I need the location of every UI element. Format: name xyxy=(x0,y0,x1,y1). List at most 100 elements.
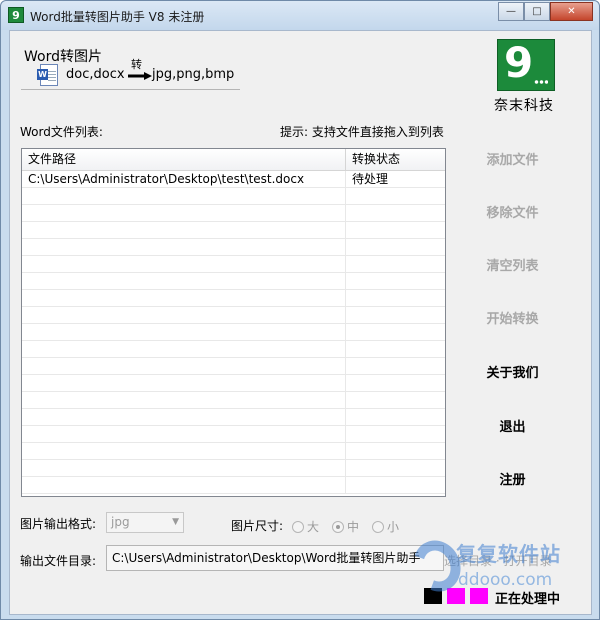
status-cell xyxy=(346,426,445,443)
table-row xyxy=(22,273,445,290)
about-button[interactable]: 关于我们 xyxy=(465,362,560,381)
output-format-select: jpg ▼ xyxy=(106,512,184,533)
status-cell xyxy=(346,477,445,494)
size-option-label: 中 xyxy=(347,520,360,534)
output-format-value: jpg xyxy=(111,515,130,529)
file-path-cell xyxy=(22,273,346,290)
window-controls: — □ ✕ xyxy=(498,2,593,21)
file-path-cell: C:\Users\Administrator\Desktop\test\test… xyxy=(22,171,346,188)
file-path-cell xyxy=(22,307,346,324)
output-dir-field[interactable]: C:\Users\Administrator\Desktop\Word批量转图片… xyxy=(106,545,444,571)
file-path-cell xyxy=(22,375,346,392)
table-row xyxy=(22,358,445,375)
status-cell xyxy=(346,239,445,256)
table-row xyxy=(22,324,445,341)
status-cell xyxy=(346,460,445,477)
file-path-cell xyxy=(22,290,346,307)
file-path-cell xyxy=(22,477,346,494)
status-indicator-square xyxy=(424,588,442,604)
file-path-cell xyxy=(22,460,346,477)
file-path-cell xyxy=(22,205,346,222)
exit-button[interactable]: 退出 xyxy=(465,416,560,435)
title-bar[interactable]: 9 Word批量转图片助手 V8 未注册 — □ ✕ xyxy=(1,1,599,30)
header-divider xyxy=(21,89,240,90)
image-size-label: 图片尺寸: xyxy=(231,519,284,533)
file-path-cell xyxy=(22,256,346,273)
convert-to-label: 转 xyxy=(131,58,142,71)
size-radio-large: 大 xyxy=(292,518,319,535)
table-row xyxy=(22,477,445,494)
status-cell xyxy=(346,307,445,324)
status-cell xyxy=(346,443,445,460)
chevron-down-icon: ▼ xyxy=(172,517,179,527)
status-cell xyxy=(346,205,445,222)
table-row[interactable]: C:\Users\Administrator\Desktop\test\test… xyxy=(22,171,445,188)
app-window: 9 Word批量转图片助手 V8 未注册 — □ ✕ Word转图片 W doc… xyxy=(0,0,600,620)
file-path-cell xyxy=(22,409,346,426)
clear-list-button: 清空列表 xyxy=(486,259,539,274)
maximize-button[interactable]: □ xyxy=(524,2,550,21)
status-cell xyxy=(346,341,445,358)
status-cell xyxy=(346,375,445,392)
status-cell: 待处理 xyxy=(352,172,389,186)
status-text: 正在处理中 xyxy=(495,592,561,607)
table-row xyxy=(22,392,445,409)
table-row xyxy=(22,341,445,358)
status-cell xyxy=(346,256,445,273)
watermark-en: ddooo.com xyxy=(458,570,553,590)
browse-dir-label: 选择目录 xyxy=(444,554,493,568)
company-logo: 9 xyxy=(497,38,555,91)
radio-icon xyxy=(292,520,304,533)
table-row xyxy=(22,290,445,307)
file-list[interactable]: 文件路径 转换状态 C:\Users\Administrator\Desktop… xyxy=(21,148,446,497)
close-button[interactable]: ✕ xyxy=(550,2,593,21)
column-header-path[interactable]: 文件路径 xyxy=(22,149,346,171)
source-formats: doc,docx xyxy=(66,67,125,82)
status-indicator-square xyxy=(470,588,488,604)
register-button[interactable]: 注册 xyxy=(465,469,560,488)
status-cell xyxy=(346,273,445,290)
table-row xyxy=(22,188,445,205)
company-name: 奈末科技 xyxy=(494,98,554,114)
minimize-button[interactable]: — xyxy=(498,2,524,21)
file-path-cell xyxy=(22,239,346,256)
column-header-status[interactable]: 转换状态 xyxy=(346,149,445,171)
table-row xyxy=(22,307,445,324)
drag-hint: 提示: 支持文件直接拖入到列表 xyxy=(280,125,444,139)
right-arrow-icon xyxy=(128,72,152,80)
table-row xyxy=(22,460,445,477)
start-convert-button: 开始转换 xyxy=(486,312,539,327)
size-option-label: 小 xyxy=(387,520,400,534)
browse-dir-button: 选择目录 · 打开目录 xyxy=(444,554,552,568)
table-row xyxy=(22,409,445,426)
file-path-cell xyxy=(22,341,346,358)
remove-file-button: 移除文件 xyxy=(486,206,539,221)
file-path-cell xyxy=(22,324,346,341)
app-icon: 9 xyxy=(8,7,24,23)
status-cell xyxy=(346,409,445,426)
size-radio-small: 小 xyxy=(372,518,399,535)
output-format-label: 图片输出格式: xyxy=(20,517,97,531)
status-cell xyxy=(346,392,445,409)
main-panel: Word转图片 W doc,docx 转 jpg,png,bmp 9 奈末科技 … xyxy=(9,30,592,615)
header-title: Word转图片 xyxy=(24,49,102,65)
table-row xyxy=(22,205,445,222)
table-row xyxy=(22,426,445,443)
open-dir-label: 打开目录 xyxy=(503,554,552,568)
status-cell xyxy=(346,188,445,205)
status-cell xyxy=(346,290,445,307)
table-row xyxy=(22,443,445,460)
radio-selected-icon xyxy=(332,520,344,533)
size-option-label: 大 xyxy=(307,520,320,534)
table-row xyxy=(22,222,445,239)
file-path-cell xyxy=(22,358,346,375)
table-row xyxy=(22,256,445,273)
table-row xyxy=(22,375,445,392)
file-path-cell xyxy=(22,222,346,239)
window-title: Word批量转图片助手 V8 未注册 xyxy=(30,10,205,24)
file-path-cell xyxy=(22,426,346,443)
status-indicator-square xyxy=(447,588,465,604)
status-cell xyxy=(346,358,445,375)
output-dir-label: 输出文件目录: xyxy=(20,554,97,568)
file-path-cell xyxy=(22,392,346,409)
